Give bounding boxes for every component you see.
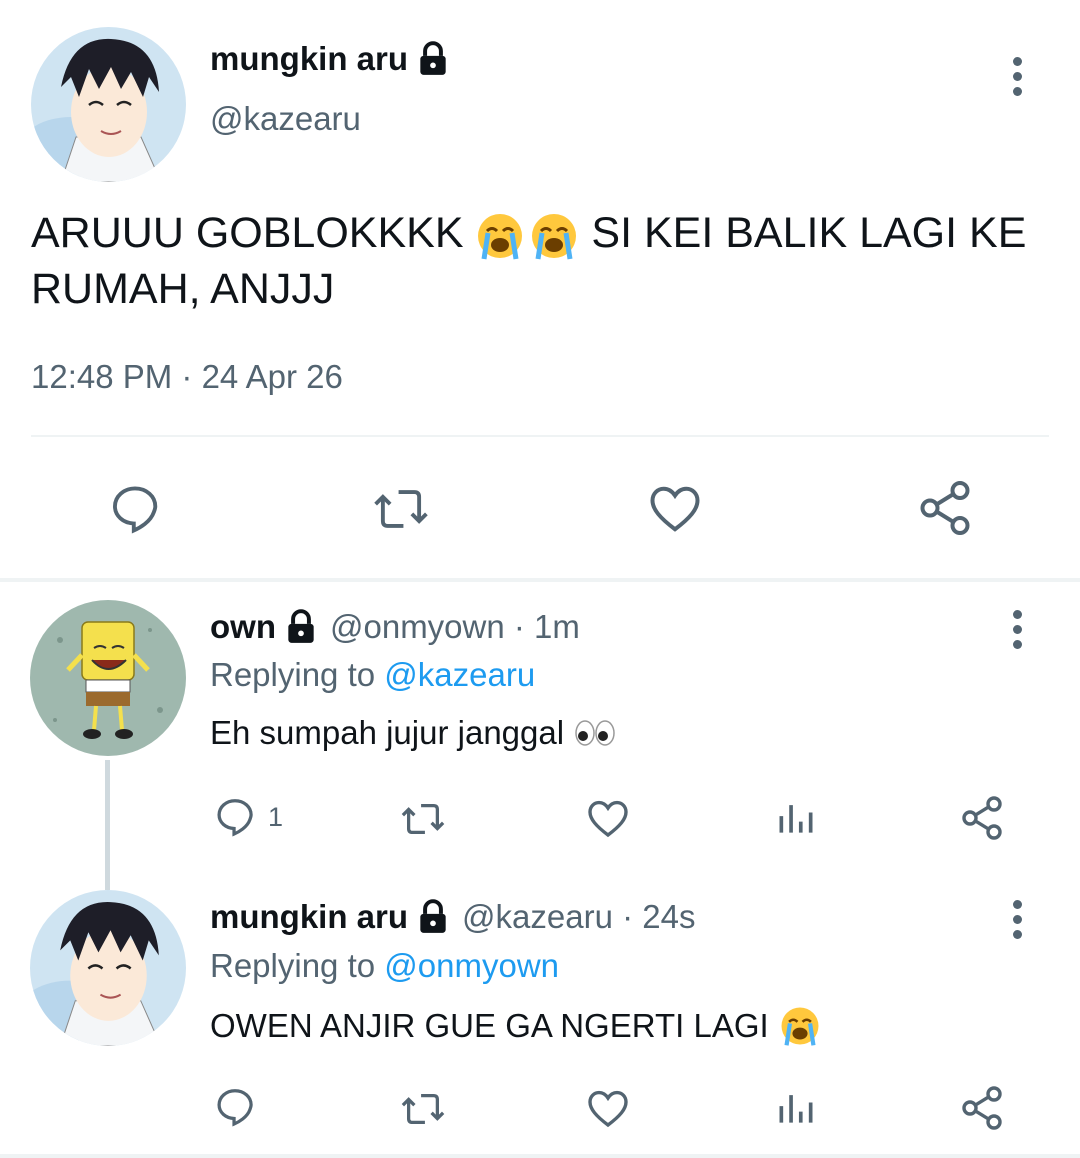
replying-to: Replying to @kazearu: [210, 656, 535, 694]
reply-button[interactable]: [212, 1084, 258, 1130]
reply-1-header[interactable]: own @onmyown · 1m: [210, 608, 580, 646]
share-button[interactable]: [958, 794, 1006, 842]
retweet-icon: [401, 803, 445, 835]
like-button[interactable]: [584, 794, 632, 842]
avatar-own[interactable]: [30, 600, 186, 756]
more-options-icon[interactable]: [1010, 610, 1024, 655]
handle-time[interactable]: @kazearu · 24s: [462, 898, 695, 936]
section-divider: [0, 578, 1080, 582]
eyes-emoji-icon: [575, 720, 615, 746]
analytics-icon: [779, 1095, 813, 1123]
thread-line: [105, 760, 110, 890]
loudly-crying-face-emoji-icon: [532, 213, 577, 260]
analytics-icon: [779, 805, 813, 833]
retweet-icon: [401, 1093, 445, 1125]
like-icon: [588, 800, 628, 838]
analytics-button[interactable]: [774, 1086, 818, 1130]
like-icon: [588, 1090, 628, 1128]
retweet-icon: [374, 490, 428, 528]
more-options-icon[interactable]: [1010, 57, 1024, 102]
reply-text-content: Eh sumpah jujur janggal: [210, 714, 565, 751]
tweet-text-part: ARUUU GOBLOKKKK: [31, 209, 464, 257]
replying-prefix: Replying to: [210, 656, 376, 693]
like-button[interactable]: [584, 1084, 632, 1132]
divider: [31, 435, 1049, 437]
reply-count: 1: [268, 801, 284, 832]
share-button[interactable]: [958, 1084, 1006, 1132]
reply-button[interactable]: 1: [212, 794, 283, 840]
tweet-text-part: RUMAH, ANJJJ: [31, 265, 335, 313]
loudly-crying-face-emoji-icon: [781, 1007, 819, 1046]
share-button[interactable]: [915, 478, 975, 538]
retweet-button[interactable]: [398, 796, 448, 842]
main-author[interactable]: mungkin aru: [210, 40, 452, 78]
avatar-mungkin-aru[interactable]: [31, 27, 186, 182]
handle[interactable]: @kazearu: [210, 100, 361, 138]
like-button[interactable]: [645, 478, 705, 538]
section-divider: [0, 1154, 1080, 1158]
analytics-button[interactable]: [774, 796, 818, 840]
lock-icon: [288, 609, 314, 643]
display-name[interactable]: mungkin aru: [210, 898, 408, 936]
share-icon: [962, 796, 1002, 840]
reply-text: Eh sumpah jujur janggal: [210, 714, 616, 752]
display-name[interactable]: mungkin aru: [210, 40, 408, 78]
share-icon: [920, 481, 970, 535]
reply-icon: [217, 799, 253, 837]
loudly-crying-face-emoji-icon: [478, 213, 523, 260]
like-icon: [650, 486, 700, 532]
reply-2-header[interactable]: mungkin aru @kazearu · 24s: [210, 898, 695, 936]
tweet-text-part: SI KEI BALIK LAGI KE: [591, 209, 1027, 257]
replying-to-link[interactable]: @onmyown: [384, 947, 559, 984]
reply-icon: [217, 1089, 253, 1127]
handle-time[interactable]: @onmyown · 1m: [330, 608, 580, 646]
timestamp[interactable]: 12:48 PM · 24 Apr 26: [31, 358, 343, 396]
reply-button[interactable]: [106, 480, 164, 538]
avatar-mungkin-aru[interactable]: [30, 890, 186, 1046]
more-options-icon[interactable]: [1010, 900, 1024, 945]
replying-to-link[interactable]: @kazearu: [384, 656, 535, 693]
display-name[interactable]: own: [210, 608, 276, 646]
replying-to: Replying to @onmyown: [210, 947, 559, 985]
lock-icon: [420, 899, 446, 933]
reply-text: OWEN ANJIR GUE GA NGERTI LAGI: [210, 1005, 821, 1047]
reply-icon: [113, 486, 158, 534]
retweet-button[interactable]: [398, 1086, 448, 1132]
tweet-text: ARUUU GOBLOKKKK SI KEI BALIK LAGI KE RUM…: [31, 205, 1051, 317]
share-icon: [962, 1086, 1002, 1130]
retweet-button[interactable]: [370, 480, 432, 538]
reply-text-content: OWEN ANJIR GUE GA NGERTI LAGI: [210, 1007, 769, 1044]
replying-prefix: Replying to: [210, 947, 376, 984]
lock-icon: [420, 41, 446, 75]
